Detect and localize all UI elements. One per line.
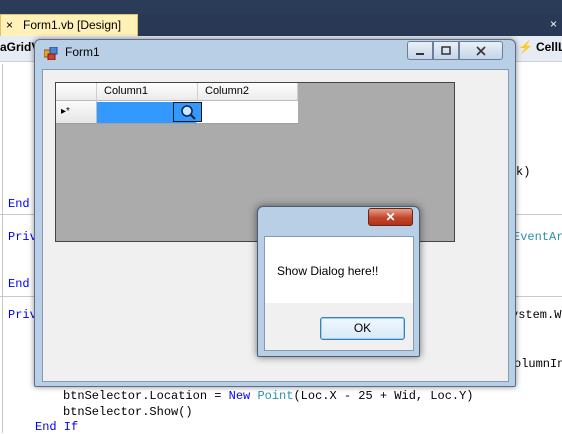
code-text: btnSelector.Location = [63,389,229,403]
grid-corner-header[interactable] [56,83,97,101]
minimize-icon [416,53,424,55]
message-dialog[interactable]: ✕ Show Dialog here!! OK [257,206,420,357]
grid-new-row[interactable]: ▸* [56,101,298,124]
form-icon [44,47,58,60]
event-bolt-icon: ⚡ [518,40,533,54]
tab-close-icon[interactable]: × [6,15,13,35]
code-fragment: olumnInd [514,357,562,371]
maximize-button[interactable] [433,41,459,60]
ide-menubar-strip [0,0,562,14]
maximize-icon [441,46,451,55]
method-separator [516,214,562,215]
form-title: Form1 [65,45,100,59]
method-name-combo[interactable]: ⚡ CellL [518,40,562,54]
dialog-message-panel: Show Dialog here!! [265,237,413,303]
close-button[interactable] [459,41,503,60]
code-line-show: btnSelector.Show() [63,405,193,419]
dialog-close-button[interactable]: ✕ [368,208,413,226]
dialog-message-text: Show Dialog here!! [277,264,379,278]
tab-form1-design[interactable]: × Form1.vb [Design] [0,14,138,36]
minimize-button[interactable] [407,41,433,60]
method-separator [0,214,34,215]
method-name-label: CellL [535,40,562,54]
code-fragment: ystem.Wi [511,308,562,322]
code-new-keyword: New [228,389,251,403]
code-line-location: btnSelector.Location = New Point(Loc.X -… [63,389,474,403]
tab-label: Form1.vb [Design] [23,18,122,32]
code-text: (Loc.X - 25 + Wid, Loc.Y) [293,389,474,403]
code-point-type: Point [257,389,294,403]
code-end-if: End If [35,420,79,434]
method-separator [516,296,562,297]
outline-line [2,64,3,433]
btn-selector[interactable] [173,102,202,122]
column1-header[interactable]: Column1 [97,83,198,101]
grid-cell-column2[interactable] [198,101,298,123]
dialog-client-area: Show Dialog here!! OK [264,236,414,351]
code-end-keyword: End [8,277,30,291]
code-private-keyword: Priv [8,230,37,244]
code-end-keyword: End [8,197,30,211]
code-fragment: EventArg [513,230,562,244]
code-private-keyword: Priv [8,308,37,322]
close-icon [476,46,486,56]
magnifier-icon [181,105,196,120]
code-fragment: k) [516,165,531,179]
grid-header-row: Column1 Column2 [56,83,298,101]
column2-header[interactable]: Column2 [198,83,298,101]
row-header-new-row-icon[interactable]: ▸* [56,101,97,123]
ok-button[interactable]: OK [320,317,405,340]
method-separator [0,296,34,297]
tab-row-close-icon[interactable]: × [545,14,562,36]
